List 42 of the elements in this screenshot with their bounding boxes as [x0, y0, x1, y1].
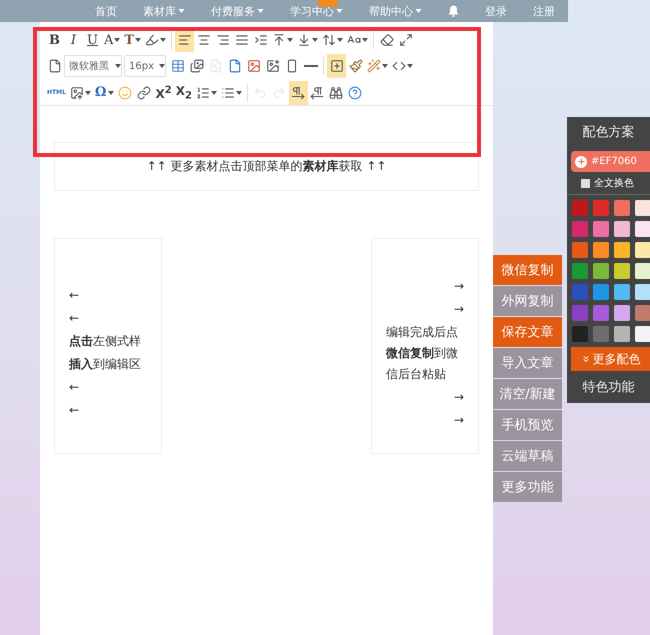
- nav-link[interactable]: 学习中心: [290, 4, 343, 18]
- side-button[interactable]: 清空/新建: [493, 379, 562, 409]
- side-button[interactable]: 手机预览: [493, 410, 562, 440]
- nav-link[interactable]: 素材库: [143, 4, 185, 18]
- card-text: ←: [69, 379, 80, 396]
- italic-button[interactable]: I: [64, 28, 83, 52]
- card-text: →: [452, 300, 464, 318]
- panel-title: 配色方案: [582, 124, 636, 142]
- subscript-button[interactable]: X$_{2}$: [174, 80, 194, 105]
- nav-link[interactable]: 帮助中心: [369, 4, 422, 18]
- dropdown-select[interactable]: 微软雅黑: [64, 55, 122, 78]
- card-text: 插入到编辑区: [69, 356, 142, 373]
- side-button[interactable]: 云端草稿: [493, 441, 562, 471]
- special-character-button[interactable]: Ω: [92, 80, 116, 105]
- font-color-button[interactable]: A: [102, 28, 122, 52]
- nav-link[interactable]: 付费服务: [211, 4, 264, 18]
- card-text: ←: [69, 287, 80, 304]
- card-text: ←: [69, 402, 80, 419]
- dropdown-select[interactable]: 16px: [124, 55, 166, 78]
- background-color-button[interactable]: T: [122, 28, 144, 52]
- underline-button[interactable]: U: [83, 28, 102, 52]
- card-text: →: [452, 388, 464, 406]
- replace-all-checkbox[interactable]: 全文换色: [567, 172, 650, 195]
- more-colors-button[interactable]: 更多配色: [571, 347, 650, 371]
- bold-button[interactable]: B: [45, 28, 64, 52]
- card-text: 编辑完成后点微信复制到微信后台粘贴: [386, 324, 459, 382]
- side-button[interactable]: 外网复制: [493, 286, 562, 316]
- nav-link[interactable]: 首页: [95, 4, 117, 18]
- card-text: →: [452, 278, 464, 294]
- features-label: 特色功能: [582, 379, 636, 397]
- current-color-chip[interactable]: #EF7060: [571, 151, 650, 172]
- side-button[interactable]: 微信复制: [493, 255, 562, 285]
- superscript-button[interactable]: X$^{2}$: [154, 80, 174, 105]
- side-button[interactable]: 保存文章: [493, 317, 562, 347]
- card-text: 点击左侧式样: [69, 333, 142, 350]
- notice-text: ↑↑ 更多素材点击顶部菜单的素材库获取 ↑↑: [54, 142, 479, 191]
- nav-link[interactable]: 注册: [533, 4, 555, 18]
- nav-link[interactable]: 登录: [485, 4, 507, 18]
- side-button[interactable]: 更多功能: [493, 472, 562, 502]
- side-button[interactable]: 导入文章: [493, 348, 562, 378]
- card-text: ←: [69, 310, 80, 327]
- card-text: →: [452, 412, 464, 428]
